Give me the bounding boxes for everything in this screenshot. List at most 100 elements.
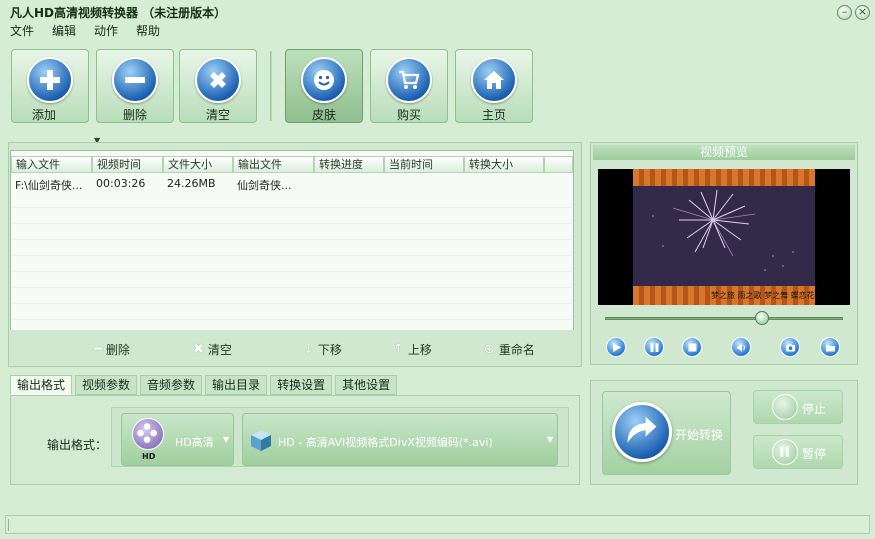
pause-button[interactable] (644, 337, 664, 357)
add-icon (27, 57, 73, 103)
stop-convert-label: 停止 (802, 402, 827, 416)
tab-video-params[interactable]: 视频参数 (75, 375, 138, 395)
home-label: 主页 (481, 108, 506, 122)
table-header: 输入文件 视频时间 文件大小 输出文件 转换进度 当前时间 转换大小 (11, 156, 573, 173)
minimize-button[interactable]: – (837, 5, 852, 20)
column-header[interactable]: 转换大小 (464, 156, 544, 173)
move-down-label: 下移 (317, 343, 342, 357)
column-header[interactable]: 输出文件 (233, 156, 314, 173)
seek-handle[interactable] (755, 311, 770, 325)
start-convert-button[interactable]: 开始转换 (602, 391, 731, 475)
column-header-filler (544, 156, 573, 173)
video-subtitle: 梦之旅 雨之歌 梦之舞 蝶恋花 (711, 291, 815, 300)
list-delete-button[interactable]: ━ 删除 (94, 341, 130, 358)
volume-button[interactable] (731, 337, 751, 357)
output-format-panel: 输出格式： HD HD高清 ▼ HD - 高清AVI视频格式DivX视频编码(*… (10, 395, 580, 485)
buy-label: 购买 (396, 108, 421, 122)
cell-duration: 00:03:26 (96, 177, 146, 190)
toolbar-separator (270, 51, 272, 121)
video-screen: 梦之旅 雨之歌 梦之舞 蝶恋花 (598, 169, 850, 305)
table-grid (11, 192, 573, 330)
format-category-select[interactable]: HD HD高清 ▼ (121, 413, 234, 466)
cell-converted-size (464, 177, 544, 192)
move-down-button[interactable]: ↓ 下移 (303, 341, 342, 358)
rename-button[interactable]: ⊕ 重命名 (484, 341, 535, 358)
start-convert-label: 开始转换 (675, 428, 724, 442)
format-selectors: HD HD高清 ▼ HD - 高清AVI视频格式DivX视频编码(*.avi) … (111, 407, 569, 467)
pause-convert-label: 暂停 (802, 447, 827, 461)
pause-convert-button[interactable]: 暂停 (753, 435, 843, 469)
add-label: 添加 (31, 108, 56, 122)
chevron-down-icon: ▼ (547, 435, 554, 444)
add-button[interactable]: 添加 ▼ (11, 49, 100, 145)
list-delete-label: 删除 (105, 343, 130, 357)
fireworks-image (633, 186, 815, 286)
table-row[interactable]: F:\仙剑奇侠... 00:03:26 24.26MB 仙剑奇侠... (11, 177, 544, 192)
file-table: 输入文件 视频时间 文件大小 输出文件 转换进度 当前时间 转换大小 F:\仙剑… (10, 150, 574, 330)
menu-help[interactable]: 帮助 (136, 22, 160, 38)
clear-label: 清空 (205, 108, 230, 122)
menu-file[interactable]: 文件 (10, 22, 34, 38)
preview-title: 视频预览 (593, 145, 855, 160)
play-button[interactable] (606, 337, 626, 357)
home-button[interactable]: 主页 (455, 49, 533, 123)
clear-button[interactable]: 清空 (179, 49, 257, 123)
title-bar: 凡人HD高清视频转换器 （未注册版本） – × (0, 0, 875, 22)
column-header[interactable]: 转换进度 (314, 156, 384, 173)
video-preview-panel: 视频预览 梦之旅 雨之歌 梦之舞 蝶恋花 (590, 142, 858, 365)
close-button[interactable]: × (855, 5, 870, 20)
convert-arrow-icon (612, 402, 672, 462)
hd-badge: HD (142, 452, 156, 461)
list-clear-label: 清空 (207, 343, 232, 357)
stop-convert-button[interactable]: 停止 (753, 390, 843, 424)
move-up-label: 上移 (407, 343, 432, 357)
skin-label: 皮肤 (311, 108, 336, 122)
delete-button[interactable]: 删除 (96, 49, 174, 123)
pause-icon (650, 343, 659, 352)
crosshair-icon: ⊕ (484, 342, 495, 357)
cell-size: 24.26MB (167, 177, 216, 190)
status-divider (8, 519, 9, 531)
arrow-up-icon: ↑ (393, 342, 404, 357)
frame-border-top (633, 169, 815, 186)
move-up-button[interactable]: ↑ 上移 (393, 341, 432, 358)
column-header[interactable]: 输入文件 (11, 156, 92, 173)
column-header[interactable]: 当前时间 (384, 156, 464, 173)
seek-bar[interactable] (605, 317, 843, 320)
film-reel-icon (132, 418, 164, 450)
open-folder-button[interactable] (820, 337, 840, 357)
status-bar (5, 515, 870, 534)
video-frame: 梦之旅 雨之歌 梦之舞 蝶恋花 (633, 169, 815, 305)
tab-other-settings[interactable]: 其他设置 (335, 375, 398, 395)
stop-icon (772, 394, 798, 420)
menu-edit[interactable]: 编辑 (52, 22, 76, 38)
convert-panel: 开始转换 停止 暂停 (590, 380, 858, 485)
cell-progress (314, 177, 384, 192)
tab-audio-params[interactable]: 音频参数 (140, 375, 203, 395)
buy-button[interactable]: 购买 (370, 49, 448, 123)
snapshot-button[interactable] (780, 337, 800, 357)
x-icon: ✖ (193, 342, 204, 357)
stop-button[interactable] (682, 337, 702, 357)
x-icon (195, 57, 241, 103)
folder-icon (826, 345, 835, 352)
list-clear-button[interactable]: ✖ 清空 (193, 341, 232, 358)
tab-output-format[interactable]: 输出格式 (10, 375, 73, 395)
output-format-label: 输出格式： (47, 438, 108, 452)
column-header[interactable]: 视频时间 (92, 156, 163, 173)
column-header[interactable]: 文件大小 (163, 156, 233, 173)
home-icon (471, 57, 517, 103)
window-title: 凡人HD高清视频转换器 （未注册版本） (10, 6, 227, 20)
chevron-down-icon: ▼ (223, 435, 230, 444)
menu-action[interactable]: 动作 (94, 22, 118, 38)
tab-output-dir[interactable]: 输出目录 (205, 375, 268, 395)
minus-icon: ━ (94, 342, 102, 357)
play-icon (613, 343, 621, 352)
format-category-value: HD高清 (175, 436, 214, 449)
stop-icon (688, 343, 697, 352)
minus-icon (112, 57, 158, 103)
cube-icon (248, 427, 274, 453)
format-profile-select[interactable]: HD - 高清AVI视频格式DivX视频编码(*.avi) ▼ (242, 413, 558, 466)
tab-convert-settings[interactable]: 转换设置 (270, 375, 333, 395)
skin-button[interactable]: 皮肤 (285, 49, 363, 123)
